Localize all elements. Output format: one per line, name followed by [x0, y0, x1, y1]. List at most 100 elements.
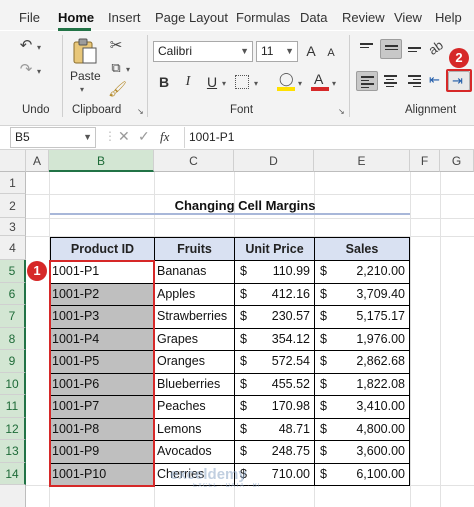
borders-dropdown-icon[interactable]: ▾ [254, 79, 258, 89]
top-align-button[interactable] [356, 39, 378, 59]
tab-data[interactable]: Data [300, 10, 327, 26]
format-painter-icon[interactable]: 🖌 [108, 81, 127, 99]
row-header-8[interactable]: 8 [0, 328, 26, 350]
select-all-corner[interactable] [0, 150, 26, 172]
sales-cell[interactable]: 3,600.00 [330, 444, 405, 458]
sales-cell[interactable]: 2,862.68 [330, 354, 405, 368]
unit-price-cell[interactable]: 48.71 [250, 422, 310, 436]
tab-formulas[interactable]: Formulas [236, 10, 290, 26]
unit-price-cell[interactable]: 455.52 [250, 377, 310, 391]
row-header-9[interactable]: 9 [0, 350, 26, 373]
worksheet-grid[interactable]: A B C D E F G 1 2 3 4 5 6 7 8 9 10 11 12… [0, 150, 474, 507]
enter-icon[interactable]: ✓ [138, 128, 150, 145]
tab-review[interactable]: Review [342, 10, 385, 26]
row-header-5[interactable]: 5 [0, 260, 26, 283]
unit-price-cell[interactable]: 248.75 [250, 444, 310, 458]
unit-price-cell[interactable]: 572.54 [250, 354, 310, 368]
row-header-12[interactable]: 12 [0, 418, 26, 440]
font-size-select[interactable]: 11 ▼ [256, 41, 298, 62]
cut-icon[interactable]: ✂ [108, 37, 124, 55]
orientation-icon[interactable]: ab [424, 36, 447, 60]
tab-page-layout[interactable]: Page Layout [155, 10, 228, 26]
unit-price-cell[interactable]: 354.12 [250, 332, 310, 346]
sales-cell[interactable]: 1,976.00 [330, 332, 405, 346]
align-right-button[interactable] [404, 71, 426, 91]
fill-color-icon[interactable]: ◯ [277, 71, 295, 93]
row-header-1[interactable]: 1 [0, 172, 26, 194]
column-header-b[interactable]: B [49, 150, 154, 172]
copy-dropdown-icon[interactable]: ▾ [126, 65, 130, 75]
fruit-cell[interactable]: Strawberries [157, 309, 227, 323]
unit-price-cell[interactable]: 230.57 [250, 309, 310, 323]
copy-icon[interactable]: ⧉ [108, 59, 124, 77]
unit-price-cell[interactable]: 110.99 [250, 264, 310, 278]
row-header-11[interactable]: 11 [0, 395, 26, 418]
shrink-font-icon[interactable]: A [323, 44, 339, 62]
redo-icon[interactable]: ↷ [17, 61, 35, 79]
fruit-cell[interactable]: Bananas [157, 264, 206, 278]
insert-function-icon[interactable]: fx [160, 129, 169, 145]
undo-dropdown-icon[interactable]: ▾ [37, 43, 41, 53]
tab-help[interactable]: Help [435, 10, 462, 26]
underline-button[interactable]: U [204, 73, 220, 91]
redo-dropdown-icon[interactable]: ▾ [37, 67, 41, 77]
font-launcher-icon[interactable]: ↘ [338, 107, 345, 117]
underline-dropdown-icon[interactable]: ▾ [222, 79, 226, 89]
unit-price-cell[interactable]: 710.00 [250, 467, 310, 481]
fill-color-dropdown-icon[interactable]: ▾ [298, 79, 302, 89]
bold-button[interactable]: B [156, 73, 172, 91]
sales-cell[interactable]: 3,410.00 [330, 399, 405, 413]
paste-button[interactable]: Paste ▾ [68, 35, 102, 95]
column-header-e[interactable]: E [314, 150, 410, 172]
column-header-f[interactable]: F [410, 150, 440, 172]
column-header-d[interactable]: D [234, 150, 314, 172]
undo-icon[interactable]: ↶ [17, 37, 35, 55]
fruit-cell[interactable]: Grapes [157, 332, 198, 346]
column-header-a[interactable]: A [26, 150, 49, 172]
tab-view[interactable]: View [394, 10, 422, 26]
sales-cell[interactable]: 3,709.40 [330, 287, 405, 301]
tab-insert[interactable]: Insert [108, 10, 141, 26]
sales-cell[interactable]: 5,175.17 [330, 309, 405, 323]
fruit-cell[interactable]: Peaches [157, 399, 206, 413]
borders-icon[interactable] [235, 75, 249, 89]
row-header-7[interactable]: 7 [0, 305, 26, 328]
unit-price-cell[interactable]: 412.16 [250, 287, 310, 301]
formula-input[interactable]: 1001-P1 [184, 127, 470, 148]
fruit-cell[interactable]: Avocados [157, 444, 212, 458]
row-header-4[interactable]: 4 [0, 236, 26, 260]
sales-cell[interactable]: 4,800.00 [330, 422, 405, 436]
unit-price-cell[interactable]: 170.98 [250, 399, 310, 413]
sales-cell[interactable]: 6,100.00 [330, 467, 405, 481]
column-header-g[interactable]: G [440, 150, 474, 172]
center-button[interactable] [380, 71, 402, 91]
row-header-2[interactable]: 2 [0, 194, 26, 218]
font-color-icon[interactable]: A [311, 71, 329, 93]
decrease-indent-button[interactable]: ⇤ [426, 71, 448, 91]
tab-file[interactable]: File [19, 10, 40, 26]
row-header-10[interactable]: 10 [0, 373, 26, 395]
fruit-cell[interactable]: Apples [157, 287, 195, 301]
tab-home[interactable]: Home [58, 10, 94, 26]
middle-align-button[interactable] [380, 39, 402, 59]
sales-cell[interactable]: 1,822.08 [330, 377, 405, 391]
row-header-6[interactable]: 6 [0, 283, 26, 305]
fruit-cell[interactable]: Lemons [157, 422, 201, 436]
name-box[interactable]: B5 ▼ [10, 127, 96, 148]
align-left-button[interactable] [356, 71, 378, 91]
currency-symbol: $ [320, 354, 327, 368]
grow-font-icon[interactable]: A [303, 42, 319, 60]
sales-cell[interactable]: 2,210.00 [330, 264, 405, 278]
row-header-13[interactable]: 13 [0, 440, 26, 463]
font-name-select[interactable]: Calibri ▼ [153, 41, 253, 62]
bottom-align-button[interactable] [404, 39, 426, 59]
column-header-c[interactable]: C [154, 150, 234, 172]
italic-button[interactable]: I [180, 73, 196, 91]
row-header-3[interactable]: 3 [0, 218, 26, 236]
cancel-icon[interactable]: ✕ [118, 128, 130, 145]
clipboard-launcher-icon[interactable]: ↘ [137, 107, 144, 117]
fruit-cell[interactable]: Blueberries [157, 377, 220, 391]
font-color-dropdown-icon[interactable]: ▾ [332, 79, 336, 89]
row-header-14[interactable]: 14 [0, 463, 26, 485]
fruit-cell[interactable]: Oranges [157, 354, 205, 368]
